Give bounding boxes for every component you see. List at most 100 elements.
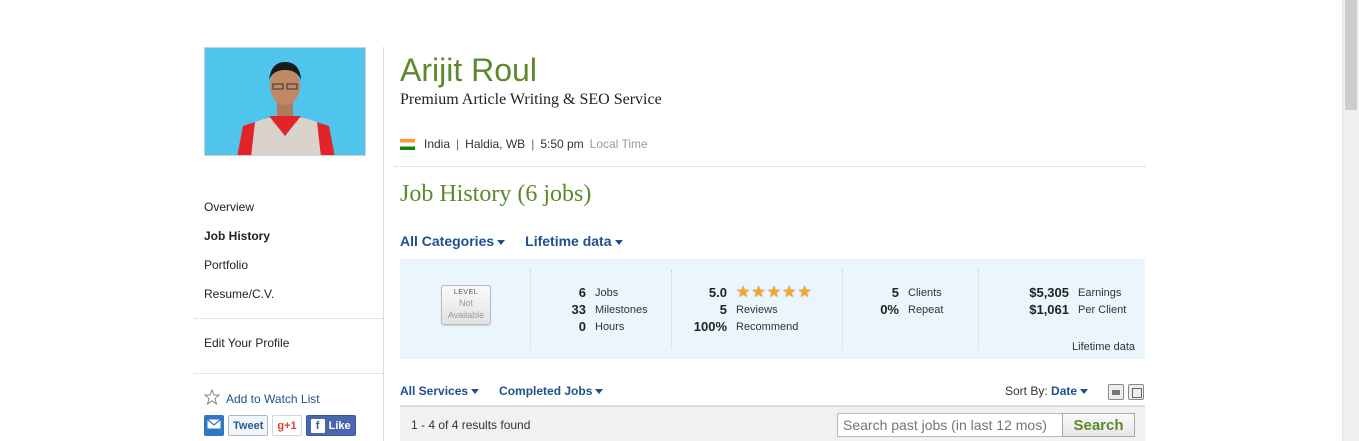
- stat-earnings: $5,305 Earnings: [1012, 284, 1121, 301]
- profile-name: Arijit Roul: [400, 52, 537, 88]
- stats-panel: LEVEL Not Available 6 Jobs 33 Milestones 0…: [400, 259, 1145, 359]
- stat-label: Milestones: [595, 303, 648, 316]
- stats-divider: [842, 270, 843, 348]
- sidebar-item-overview[interactable]: Overview: [204, 199, 379, 228]
- city: Haldia, WB: [465, 137, 526, 151]
- facebook-like-button[interactable]: f Like: [305, 415, 356, 436]
- sidebar-separator: [194, 373, 383, 374]
- stat-milestones: 33 Milestones: [560, 301, 648, 318]
- local-time: 5:50 pm: [540, 137, 584, 151]
- stat-label: Recommend: [736, 320, 799, 333]
- stat-per-client: $1,061 Per Client: [1012, 301, 1126, 318]
- level-title: LEVEL: [453, 289, 479, 296]
- profile-location: India | Haldia, WB | 5:50 pm Local Time: [400, 137, 648, 151]
- tweet-button[interactable]: Tweet: [228, 415, 269, 436]
- sort-value: Date: [1051, 384, 1078, 398]
- page-title: Job History (6 jobs): [400, 181, 592, 207]
- stat-value: 0: [578, 319, 586, 334]
- stat-label: Per Client: [1078, 303, 1127, 316]
- level-value-line1: Not: [458, 298, 473, 308]
- compact-view-icon[interactable]: [1108, 384, 1124, 400]
- sort-control: Sort By: Date: [1005, 384, 1089, 398]
- stat-label: Clients: [908, 286, 942, 299]
- star-icon: ★: [797, 283, 812, 301]
- stat-repeat: 0% Repeat: [870, 301, 943, 318]
- categories-label: All Categories: [400, 233, 495, 249]
- stat-value: 5: [891, 285, 899, 300]
- stat-rating: 5.0 ★ ★ ★ ★ ★: [688, 284, 812, 301]
- sidebar-nav: Overview Job History Portfolio Resume/C.…: [204, 199, 379, 315]
- stats-divider: [671, 270, 672, 348]
- star-icon: ★: [782, 283, 797, 301]
- sidebar-divider: [383, 47, 384, 441]
- lifetime-data-note: Lifetime data: [1072, 341, 1135, 353]
- search-button[interactable]: Search: [1062, 413, 1135, 437]
- chevron-down-icon: [497, 239, 506, 245]
- period-label: Lifetime data: [525, 233, 612, 249]
- google-plus-label: +1: [284, 419, 297, 432]
- search-input[interactable]: [837, 413, 1064, 437]
- scrollbar-thumb[interactable]: [1345, 0, 1357, 110]
- results-count: 1 - 4 of 4 results found: [411, 418, 531, 432]
- stat-value: 33: [571, 302, 586, 317]
- rating-stars: ★ ★ ★ ★ ★: [736, 283, 812, 301]
- separator: |: [531, 137, 535, 151]
- chevron-down-icon: [471, 389, 480, 395]
- share-buttons: Tweet g +1 f Like: [204, 415, 356, 436]
- level-value-line2: Available: [447, 310, 485, 320]
- period-dropdown[interactable]: Lifetime data: [525, 233, 623, 249]
- local-time-label: Local Time: [589, 137, 648, 151]
- avatar: [204, 47, 366, 156]
- job-status-label: Completed Jobs: [499, 384, 593, 398]
- services-dropdown[interactable]: All Services: [400, 384, 480, 398]
- chevron-down-icon: [614, 239, 623, 245]
- stat-hours: 0 Hours: [560, 318, 625, 335]
- sidebar-item-job-history[interactable]: Job History: [204, 228, 379, 257]
- stats-divider: [530, 270, 531, 348]
- envelope-icon: [207, 419, 221, 432]
- stat-label: Earnings: [1078, 286, 1122, 299]
- india-flag-icon: [400, 138, 415, 150]
- google-plus-button[interactable]: g +1: [272, 415, 302, 436]
- sort-label: Sort By:: [1005, 384, 1048, 398]
- stat-value: 0%: [880, 302, 899, 317]
- stat-label: Reviews: [736, 303, 778, 316]
- country: India: [424, 137, 451, 151]
- header-separator: [394, 166, 1145, 167]
- star-icon: ★: [766, 283, 782, 301]
- job-list-filters: All Services Completed Jobs: [400, 384, 604, 398]
- stat-value: $1,061: [1029, 302, 1069, 317]
- add-to-watch-list-link[interactable]: Add to Watch List: [203, 388, 320, 408]
- star-icon: ★: [751, 283, 766, 301]
- results-bar: 1 - 4 of 4 results found Search: [400, 405, 1145, 441]
- vertical-scrollbar[interactable]: [1342, 0, 1359, 441]
- chevron-down-icon: [1080, 389, 1089, 395]
- sidebar-item-portfolio[interactable]: Portfolio: [204, 257, 379, 286]
- watch-list-label: Add to Watch List: [226, 391, 320, 406]
- stat-clients: 5 Clients: [870, 284, 942, 301]
- stat-value: 100%: [693, 319, 727, 334]
- categories-dropdown[interactable]: All Categories: [400, 233, 506, 249]
- star-outline-icon: [203, 388, 221, 408]
- sidebar-item-resume[interactable]: Resume/C.V.: [204, 286, 379, 315]
- rating-value: 5.0: [708, 285, 727, 300]
- separator: |: [456, 137, 460, 151]
- sort-dropdown[interactable]: Date: [1051, 384, 1089, 398]
- history-filters: All Categories Lifetime data: [400, 233, 623, 249]
- chevron-down-icon: [595, 389, 604, 395]
- google-plus-icon: g: [277, 419, 285, 432]
- services-label: All Services: [400, 384, 469, 398]
- email-share-button[interactable]: [204, 415, 224, 436]
- stat-value: 5: [719, 302, 727, 317]
- stat-value: $5,305: [1029, 285, 1069, 300]
- stat-label: Jobs: [595, 286, 619, 299]
- level-badge: LEVEL Not Available: [441, 285, 491, 325]
- expanded-view-icon[interactable]: [1128, 384, 1144, 400]
- stat-recommend: 100% Recommend: [688, 318, 799, 335]
- facebook-icon: f: [310, 418, 325, 433]
- edit-profile-link[interactable]: Edit Your Profile: [204, 336, 289, 350]
- stat-reviews: 5 Reviews: [688, 301, 778, 318]
- job-status-dropdown[interactable]: Completed Jobs: [499, 384, 604, 398]
- stat-jobs: 6 Jobs: [560, 284, 618, 301]
- stat-value: 6: [578, 285, 586, 300]
